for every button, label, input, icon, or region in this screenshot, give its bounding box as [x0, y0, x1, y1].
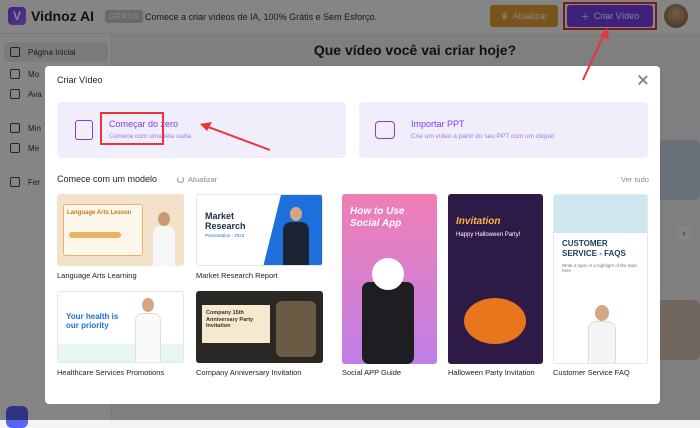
template-label: Customer Service FAQ: [553, 368, 630, 377]
template-label: Halloween Party Invitation: [448, 368, 535, 377]
thumbnail-subtitle: [69, 232, 121, 238]
template-card[interactable]: Invitation Happy Halloween Party!: [448, 194, 543, 364]
section-title: Comece com um modelo: [57, 174, 158, 184]
thumbnail-text: Invitation: [456, 216, 501, 227]
import-tray-icon: [375, 121, 395, 139]
template-label: Language Arts Learning: [57, 271, 137, 280]
refresh-label: Atualizar: [188, 175, 218, 184]
thumbnail-photo: [276, 301, 316, 357]
refresh-button[interactable]: Atualizar: [177, 175, 217, 184]
template-card[interactable]: Language Arts Lesson: [57, 194, 184, 266]
presenter-body: [153, 226, 175, 266]
close-icon[interactable]: [637, 74, 649, 86]
presenter-head: [372, 258, 404, 290]
new-file-icon: [75, 120, 93, 140]
template-card[interactable]: Your health is our priority: [57, 291, 184, 363]
template-label: Social APP Guide: [342, 368, 402, 377]
thumbnail-text: Market Research: [205, 211, 246, 231]
presenter-head: [158, 212, 170, 226]
template-label: Market Research Report: [196, 271, 278, 280]
template-card[interactable]: CUSTOMER SERVICE - FAQS Write a topic or…: [553, 194, 648, 364]
import-ppt-option[interactable]: Importar PPT Crie um vídeo a partir do s…: [359, 102, 648, 158]
thumbnail-decoration: [58, 344, 183, 362]
modal-title: Criar Vídeo: [57, 75, 103, 85]
template-card[interactable]: Market Research Presentation - 2023: [196, 194, 323, 266]
thumbnail-decoration: [554, 195, 647, 233]
template-card[interactable]: How to Use Social App: [342, 194, 437, 364]
thumbnail-subtitle: Happy Halloween Party!: [456, 232, 521, 238]
pumpkin-illustration: [464, 298, 526, 344]
option-title: Importar PPT: [411, 119, 465, 129]
thumbnail-text: CUSTOMER SERVICE - FAQS: [562, 239, 626, 258]
thumbnail-subtitle: Presentation - 2023: [205, 233, 245, 238]
thumbnail-text: How to Use Social App: [350, 206, 405, 229]
template-card[interactable]: Company 15th Anniversary Party Invitatio…: [196, 291, 323, 363]
thumbnail-subtitle: Write a topic or a highlight of the topi…: [562, 263, 638, 273]
create-video-modal: Criar Vídeo Começar do zero Comece com u…: [45, 66, 660, 404]
presenter-body: [135, 313, 161, 362]
see-all-link[interactable]: Ver tudo: [621, 175, 649, 184]
presenter-head: [290, 207, 302, 221]
presenter-head: [142, 298, 154, 312]
template-label: Company Anniversary Invitation: [196, 368, 302, 377]
presenter-body: [283, 222, 309, 265]
phone-illustration: [362, 282, 414, 364]
highlight-box-start-from-scratch: [100, 112, 164, 145]
template-label: Healthcare Services Promotions: [57, 368, 165, 377]
thumbnail-text: Company 15th Anniversary Party Invitatio…: [206, 310, 254, 329]
option-subtitle: Crie um vídeo a partir do seu PPT com um…: [411, 133, 555, 140]
presenter-body: [588, 321, 616, 363]
refresh-icon: [177, 176, 184, 183]
thumbnail-text: Language Arts Lesson: [67, 210, 132, 216]
presenter-head: [595, 305, 609, 321]
thumbnail-text: Your health is our priority: [66, 312, 119, 330]
